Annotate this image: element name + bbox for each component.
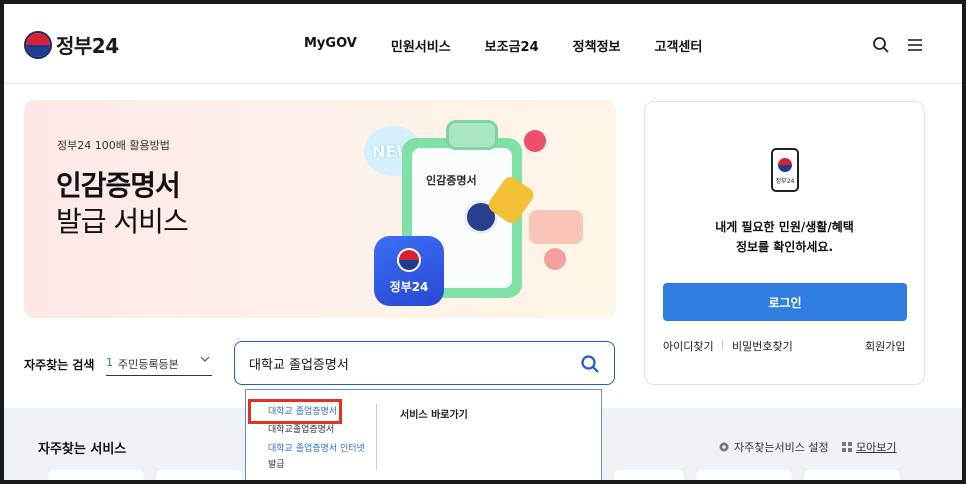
frequent-search-select[interactable]: 1 주민등록등본 [106, 350, 212, 376]
search-icon[interactable] [872, 36, 890, 54]
autocomplete-item-continued[interactable]: 발급 [268, 457, 285, 470]
browser-viewport: 정부24 MyGOV 민원서비스 보조금24 정책정보 고객센터 정부24 10… [4, 4, 962, 480]
banner-title-line2: 발급 서비스 [56, 205, 189, 238]
service-shortcut-title: 서비스 바로가기 [400, 410, 468, 421]
chevron-down-icon [200, 356, 210, 362]
clipboard-clip [446, 120, 498, 150]
service-card[interactable] [696, 470, 792, 480]
frequent-services-settings[interactable]: 자주찾는서비스 설정 [718, 439, 829, 455]
nav-item-customer-center[interactable]: 고객센터 [655, 36, 703, 55]
logo-text: 정부24 [56, 34, 119, 58]
promo-banner[interactable]: 정부24 100배 활용방법 인감증명서 발급 서비스 NEW 인감증명서 정부… [24, 100, 616, 318]
autocomplete-item[interactable]: 대학교졸업증명서 [268, 422, 334, 435]
grid-icon [842, 442, 852, 452]
signup-link[interactable]: 회원가입 [865, 338, 905, 354]
find-id-link[interactable]: 아이디찾기 [663, 338, 714, 354]
login-card: 정부24 내게 필요한 민원/생활/혜택 정보를 확인하세요. 로그인 아이디찾… [644, 101, 925, 385]
paper-title: 인감증명서 [426, 174, 477, 187]
frequent-search-rank: 1 [106, 356, 113, 369]
person-icon [544, 248, 566, 270]
phone-icon: 정부24 [771, 148, 799, 192]
taegeuk-logo-icon [24, 30, 52, 59]
login-message-line2: 정보를 확인하세요. [735, 240, 834, 254]
view-all-link[interactable]: 모아보기 [842, 439, 896, 455]
service-card[interactable] [156, 470, 242, 480]
banner-title-line1: 인감증명서 [56, 169, 181, 202]
site-header: 정부24 MyGOV 민원서비스 보조금24 정책정보 고객센터 [4, 4, 962, 84]
frequent-search-value: 주민등록등본 [118, 358, 179, 371]
view-all-label: 모아보기 [856, 441, 897, 454]
find-password-link[interactable]: 비밀번호찾기 [732, 338, 793, 354]
heart-icon [524, 130, 546, 152]
app-icon-label: 정부24 [389, 280, 429, 294]
service-card[interactable] [804, 470, 900, 480]
search-icon[interactable] [580, 354, 600, 374]
nav-item-policy-info[interactable]: 정책정보 [573, 36, 621, 55]
frequent-services-title: 자주찾는 서비스 [38, 442, 127, 457]
nav-item-subsidy24[interactable]: 보조금24 [485, 36, 539, 55]
speech-bubble-icon [529, 210, 583, 244]
search-input[interactable] [249, 352, 569, 374]
settings-label: 자주찾는서비스 설정 [734, 441, 829, 454]
nav-item-mygov[interactable]: MyGOV [304, 36, 357, 55]
frequent-search-label: 자주찾는 검색 [24, 358, 95, 372]
search-field-container [234, 341, 615, 385]
service-card[interactable] [614, 470, 684, 480]
login-message: 내게 필요한 민원/생활/혜택 정보를 확인하세요. [645, 217, 924, 257]
nav-item-civil-services[interactable]: 민원서비스 [391, 36, 451, 55]
login-message-line1: 내게 필요한 민원/생활/혜택 [715, 220, 854, 234]
search-autocomplete: 대학교 졸업증명서 대학교졸업증명서 대학교 졸업증명서 인터넷 발급 서비스 … [245, 389, 602, 480]
gear-icon [719, 442, 729, 452]
phone-label: 정부24 [775, 178, 795, 185]
gov24-app-icon: 정부24 [374, 236, 444, 306]
autocomplete-item[interactable]: 대학교 졸업증명서 인터넷 [268, 441, 365, 454]
service-card[interactable] [48, 470, 144, 480]
site-logo[interactable]: 정부24 [24, 30, 119, 59]
menu-icon[interactable] [906, 36, 924, 54]
autocomplete-item[interactable]: 대학교 졸업증명서 [268, 404, 337, 417]
banner-subtitle: 정부24 100배 활용방법 [57, 139, 170, 152]
main-nav: MyGOV 민원서비스 보조금24 정책정보 고객센터 [304, 36, 702, 55]
link-divider [722, 340, 723, 350]
dropdown-divider [376, 404, 377, 470]
login-button[interactable]: 로그인 [663, 283, 907, 321]
